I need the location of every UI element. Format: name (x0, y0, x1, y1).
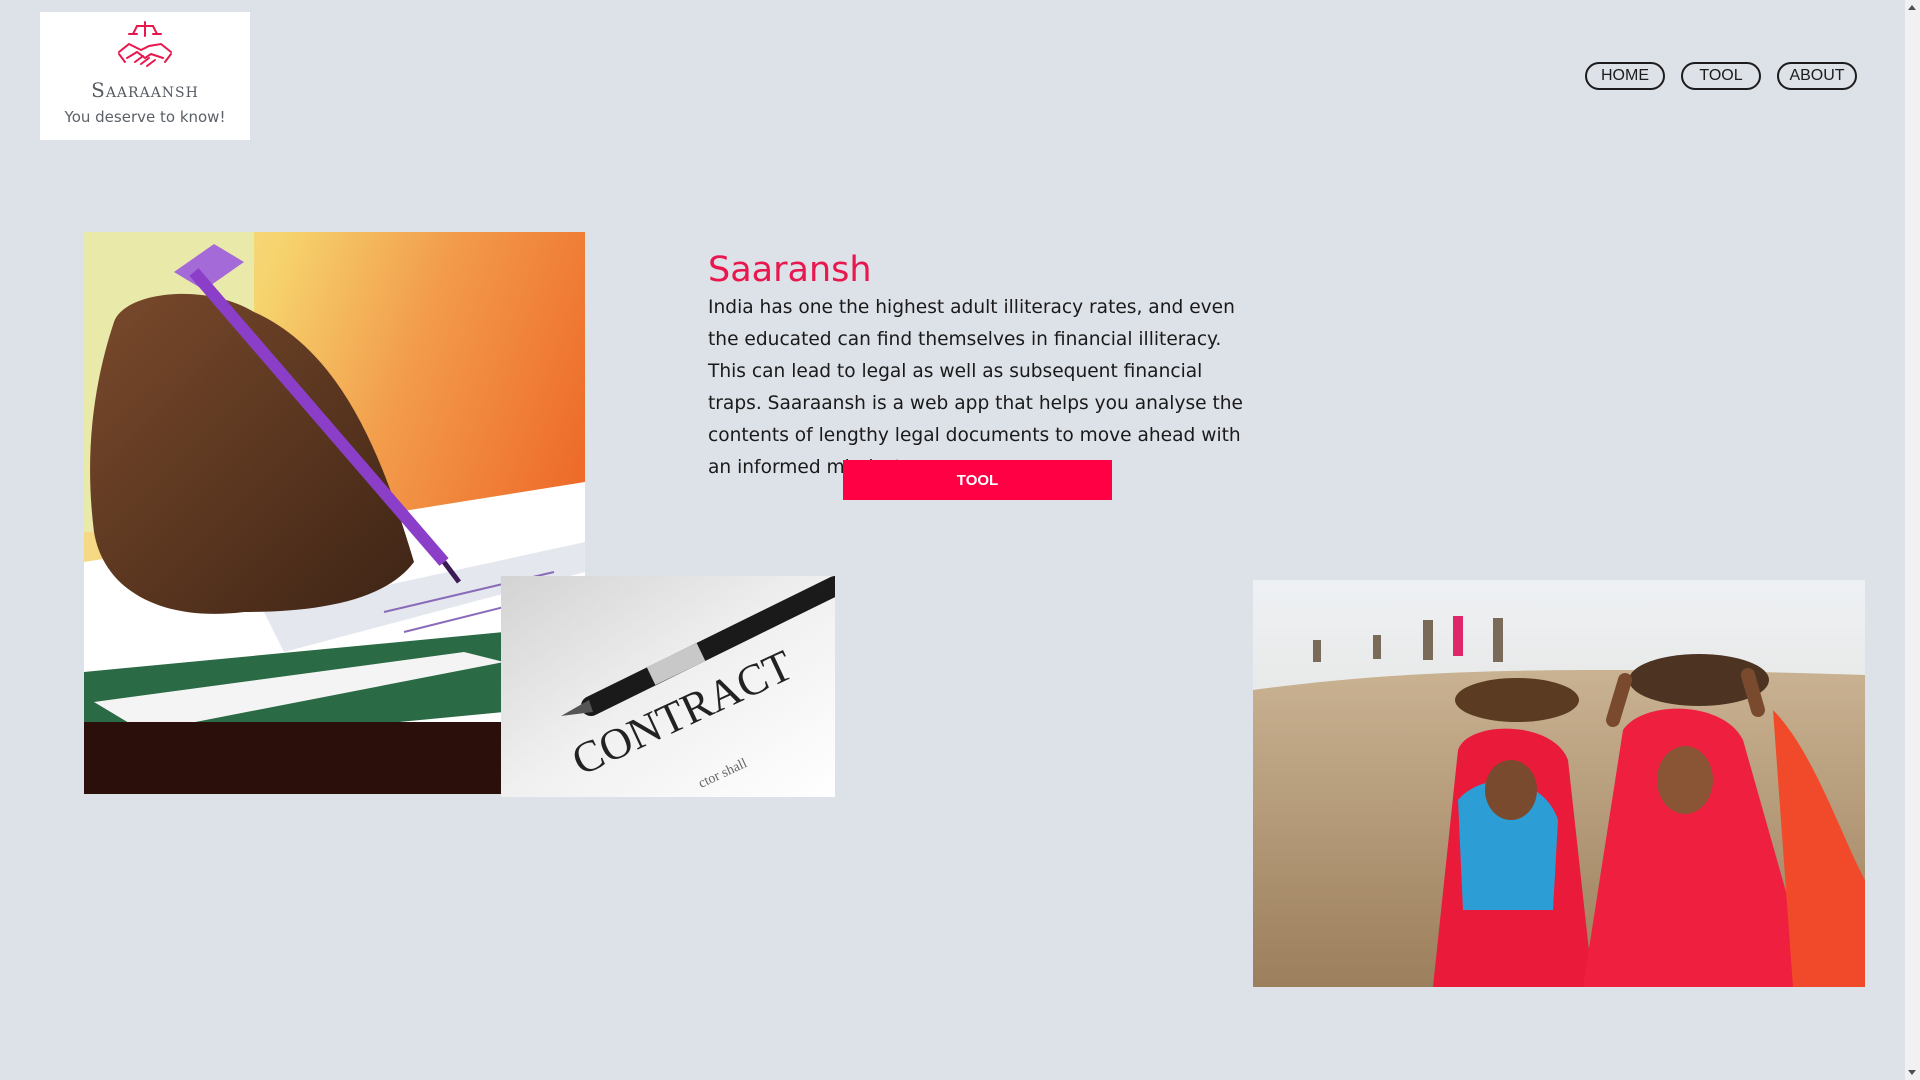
contract-document-with-pen-photo: CONTRACT ctor shall (501, 576, 835, 797)
brand-tagline: You deserve to know! (64, 108, 226, 126)
page: Saaraansh You deserve to know! HOME TOOL… (0, 0, 1905, 1080)
nav-tool-button[interactable]: TOOL (1681, 62, 1761, 90)
scroll-down-arrow-icon[interactable] (1908, 1070, 1916, 1075)
handshake-with-scales-icon (118, 21, 172, 67)
nav-about-button[interactable]: ABOUT (1777, 62, 1857, 90)
brand-name: Saaraansh (91, 78, 199, 102)
tool-cta-button[interactable]: TOOL (843, 460, 1112, 500)
hero-description: India has one the highest adult illitera… (708, 297, 1243, 478)
scroll-up-arrow-icon[interactable] (1908, 5, 1916, 10)
vertical-scrollbar[interactable] (1905, 0, 1920, 1080)
women-carrying-bowls-photo (1253, 580, 1865, 987)
page-title: Saaransh (708, 250, 872, 290)
nav-home-button[interactable]: HOME (1585, 62, 1665, 90)
main-nav: HOME TOOL ABOUT (1585, 62, 1857, 90)
logo[interactable]: Saaraansh You deserve to know! (40, 12, 250, 140)
